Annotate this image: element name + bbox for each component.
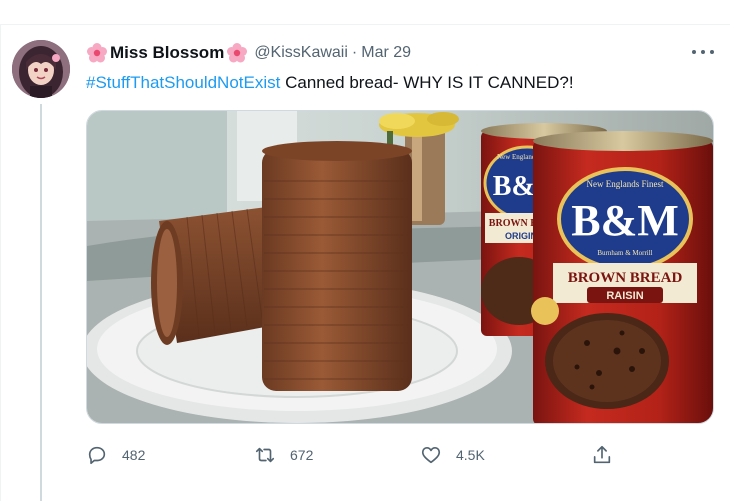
front-can-tagline: New Englands Finest bbox=[587, 179, 664, 189]
front-can-brand: B&M bbox=[571, 196, 679, 245]
tweet-text: #StuffThatShouldNotExist Canned bread- W… bbox=[86, 72, 574, 94]
front-can-product: BROWN BREAD bbox=[568, 270, 683, 286]
thread-line bbox=[40, 104, 42, 501]
share-icon bbox=[593, 445, 611, 464]
retweet-count: 672 bbox=[290, 447, 314, 463]
retweet-icon bbox=[255, 447, 275, 463]
user-handle[interactable]: @KissKawaii bbox=[254, 44, 348, 61]
reply-button[interactable]: 482 bbox=[86, 441, 145, 469]
photo-canvas: New Englands Finest B&M BROWN BREAD ORIG… bbox=[87, 111, 713, 423]
tweet-photo[interactable]: New Englands Finest B&M BROWN BREAD ORIG… bbox=[86, 110, 714, 424]
like-button[interactable]: 4.5K bbox=[420, 441, 485, 469]
reply-count: 482 bbox=[122, 447, 146, 463]
flower-icon bbox=[86, 42, 108, 64]
top-divider bbox=[0, 24, 730, 25]
retweet-button[interactable]: 672 bbox=[254, 441, 313, 469]
tweet-date[interactable]: Mar 29 bbox=[361, 44, 411, 61]
share-button[interactable] bbox=[591, 441, 613, 469]
like-count: 4.5K bbox=[456, 447, 485, 463]
avatar[interactable] bbox=[12, 40, 70, 98]
more-icon bbox=[692, 50, 696, 54]
meta-separator: · bbox=[351, 44, 358, 61]
hashtag-link[interactable]: #StuffThatShouldNotExist bbox=[86, 73, 280, 92]
front-can-maker: Burnham & Morrill bbox=[597, 249, 652, 257]
more-button[interactable] bbox=[692, 42, 714, 62]
flower-icon bbox=[226, 42, 248, 64]
front-can: New Englands Finest B&M Burnham & Morril… bbox=[531, 131, 713, 423]
tweet-body: Canned bread- WHY IS IT CANNED?! bbox=[280, 73, 574, 92]
avatar-image bbox=[12, 40, 70, 98]
display-name[interactable]: Miss Blossom bbox=[110, 43, 224, 63]
like-icon bbox=[421, 447, 441, 464]
reply-icon bbox=[88, 446, 106, 465]
tweet-header: Miss Blossom @KissKawaii · Mar 29 bbox=[86, 41, 411, 65]
left-divider bbox=[0, 24, 1, 501]
front-can-variant: RAISIN bbox=[606, 290, 643, 302]
action-bar: 482 672 4.5K bbox=[86, 441, 626, 469]
